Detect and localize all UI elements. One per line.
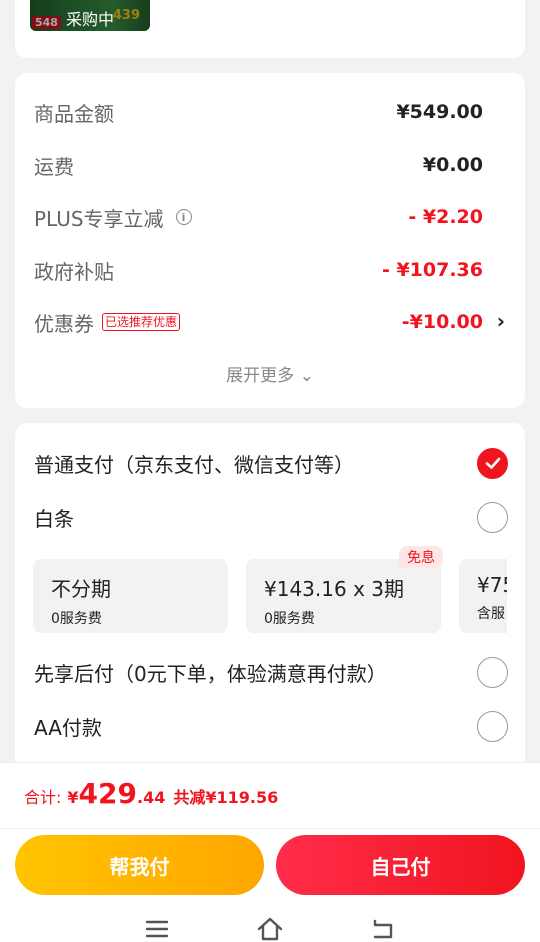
plan-title: 不分期 [51,577,111,601]
payment-option-normal[interactable]: 普通支付（京东支付、微信支付等） [34,447,508,479]
radio-icon[interactable] [477,501,508,533]
checked-radio-icon[interactable] [477,447,508,479]
plan-fee: 0服务费 [51,611,102,627]
radio-icon[interactable] [477,710,508,742]
installment-plan[interactable]: ¥143.16 x 3期 0服务费 [246,559,441,633]
payment-option-label: AA付款 [34,715,102,740]
payment-option-label: 先享后付（0元下单，体验满意再付款） [34,661,387,686]
product-thumbnail[interactable]: 439 548 采购中 [30,0,150,31]
fee-row-shipping: 运费 ¥0.00 [34,150,483,180]
fee-value: - ¥107.36 [381,259,483,281]
payment-option-label: 普通支付（京东支付、微信支付等） [34,452,354,477]
fee-label: 政府补贴 [34,259,114,284]
total-amount-integer: 429 [78,777,137,810]
chevron-right-icon[interactable]: › [497,309,505,333]
fee-label: 运费 [34,154,74,179]
back-icon[interactable] [369,916,397,942]
installment-plan[interactable]: 不分期 0服务费 [33,559,228,633]
home-icon[interactable] [256,916,284,942]
fee-row-plus: PLUS专享立减 i - ¥2.20 [34,202,483,232]
info-icon[interactable]: i [175,209,192,225]
total-label: 合计: [24,788,62,807]
checkout-bar: 合计: ¥ 429 .44 共减¥119.56 帮我付 自己付 [0,762,540,942]
fee-label: PLUS专享立减 [34,206,164,231]
total-amount-decimal: .44 [137,788,166,807]
menu-icon[interactable] [143,916,171,942]
fee-value: ¥549.00 [396,101,483,123]
payment-option-aa[interactable]: AA付款 [34,710,508,742]
pay-myself-button[interactable]: 自己付 [276,835,525,895]
chevron-down-icon: ⌄ [299,366,314,386]
system-nav-bar [0,915,540,942]
fee-row-goods: 商品金额 ¥549.00 [34,97,483,127]
plan-fee: 含服 [477,606,505,622]
help-me-pay-button[interactable]: 帮我付 [15,835,264,895]
fee-row-subsidy: 政府补贴 - ¥107.36 [34,255,483,285]
total-saved: 共减¥119.56 [173,788,279,807]
divider [0,828,540,829]
expand-label: 展开更多 [226,366,295,386]
currency-symbol: ¥ [67,788,79,807]
plan-fee: 0服务费 [264,611,315,627]
fee-row-coupon[interactable]: 优惠券 已选推荐优惠 -¥10.00 [34,307,483,337]
installment-plan-list: 不分期 0服务费 ¥143.16 x 3期 0服务费 ¥75 含服 [33,559,507,633]
coupon-badge: 已选推荐优惠 [102,313,181,331]
installment-plan[interactable]: ¥75 含服 [459,559,507,633]
payment-option-baitiao[interactable]: 白条 [34,501,508,533]
order-total: 合计: ¥ 429 .44 共减¥119.56 [24,777,278,810]
fee-label: 优惠券 [34,311,94,336]
payment-option-label: 白条 [34,506,74,531]
payment-method-card: 普通支付（京东支付、微信支付等） 白条 不分期 0服务费 ¥143.16 x 3… [15,423,525,768]
interest-free-badge: 免息 [399,546,443,568]
plan-title: ¥143.16 x 3期 [264,577,404,601]
plan-title: ¥75 [477,573,507,597]
expand-more-link[interactable]: 展开更多 ⌄ [15,361,525,386]
fee-value: -¥10.00 [401,311,483,333]
radio-icon[interactable] [477,656,508,688]
fee-value: - ¥2.20 [408,206,483,228]
payment-option-later[interactable]: 先享后付（0元下单，体验满意再付款） [34,656,508,688]
fee-value: ¥0.00 [422,154,483,176]
purchase-status: 采购中 [65,10,114,29]
fee-summary-card: 商品金额 ¥549.00 运费 ¥0.00 PLUS专享立减 i - ¥2.20… [15,73,525,408]
fee-label: 商品金额 [34,101,114,126]
